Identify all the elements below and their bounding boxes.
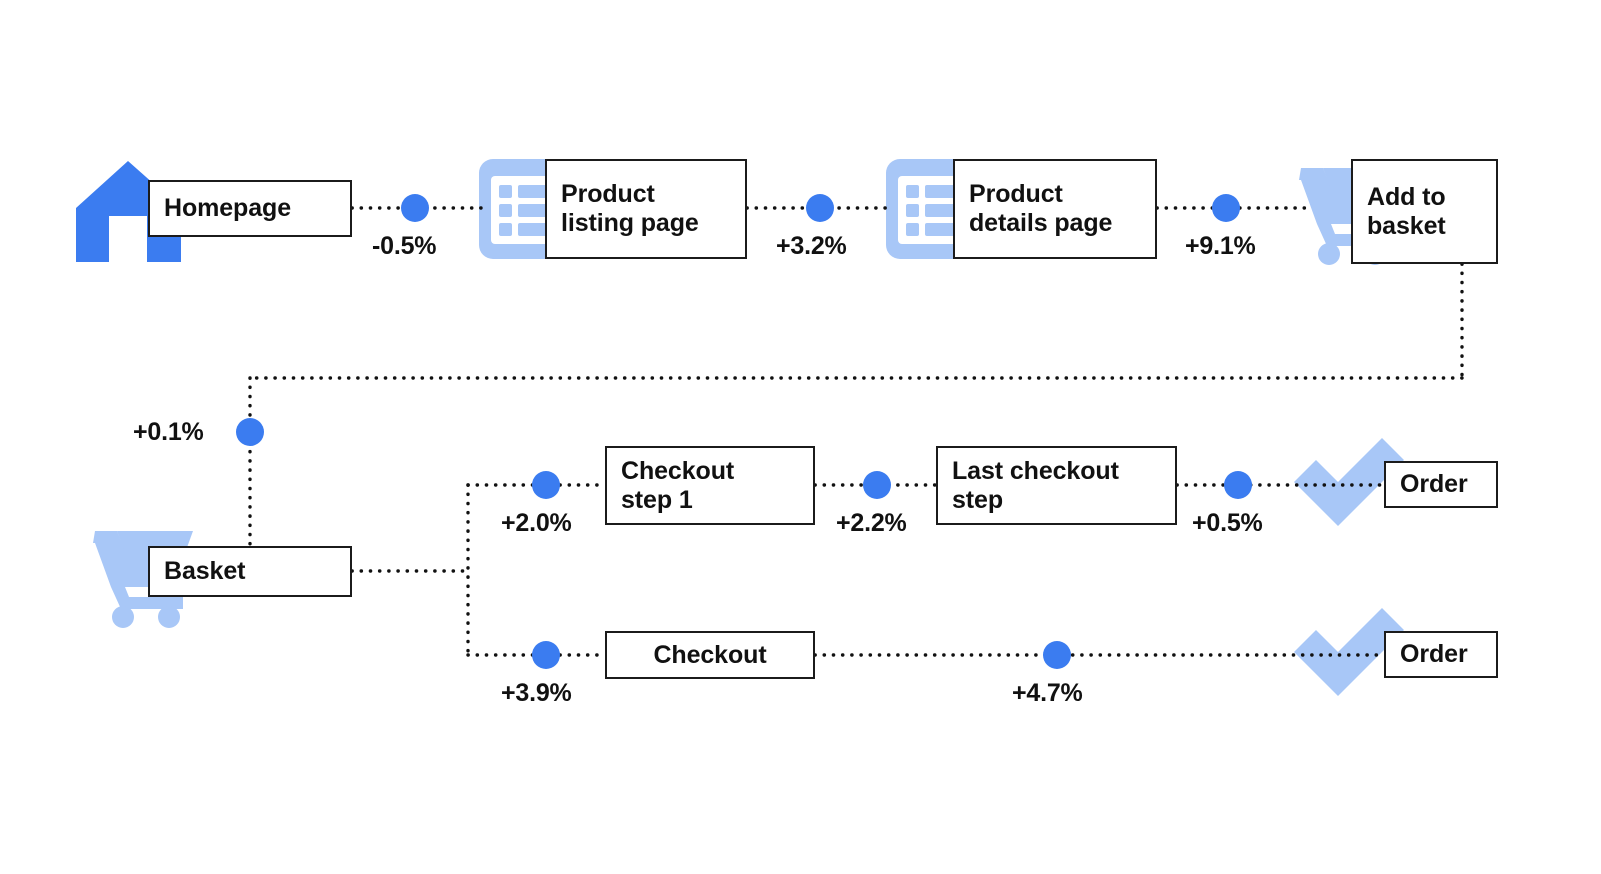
node-label: Order <box>1400 640 1468 668</box>
node-label: Homepage <box>164 194 292 222</box>
transition-dot <box>1224 471 1252 499</box>
connector-layer <box>236 194 1464 669</box>
transition-dot <box>532 471 560 499</box>
transition-dot <box>863 471 891 499</box>
node-checkout-step-1[interactable]: Checkout step 1 <box>605 446 815 525</box>
transition-label-step1-laststep: +2.2% <box>836 509 907 538</box>
node-add-to-basket[interactable]: Add to basket <box>1351 159 1498 264</box>
node-label: Product details page <box>969 180 1113 237</box>
transition-dot <box>236 418 264 446</box>
node-label: Checkout <box>653 640 767 669</box>
transition-label-addtobasket-basket: +0.1% <box>133 418 204 447</box>
transition-label-homepage-listing: -0.5% <box>372 232 437 261</box>
transition-label-details-addtobasket: +9.1% <box>1185 232 1256 261</box>
transition-label-listing-details: +3.2% <box>776 232 847 261</box>
transition-label-checkout-order: +4.7% <box>1012 679 1083 708</box>
transition-label-laststep-order: +0.5% <box>1192 509 1263 538</box>
node-homepage[interactable]: Homepage <box>148 180 352 237</box>
node-label: Add to basket <box>1367 182 1446 240</box>
transition-value: +2.0% <box>501 509 572 537</box>
node-order-bottom[interactable]: Order <box>1384 631 1498 678</box>
funnel-diagram: Homepage Product listing page Product de… <box>0 0 1601 874</box>
node-product-details-page[interactable]: Product details page <box>953 159 1157 259</box>
transition-value: +2.2% <box>836 509 907 537</box>
transition-value: +3.9% <box>501 679 572 707</box>
transition-value: +0.1% <box>133 418 204 446</box>
transition-dot <box>532 641 560 669</box>
transition-value: +0.5% <box>1192 509 1263 537</box>
node-last-checkout-step[interactable]: Last checkout step <box>936 446 1177 525</box>
transition-value: +3.2% <box>776 232 847 260</box>
transition-dot <box>1212 194 1240 222</box>
node-label: Product listing page <box>561 180 699 237</box>
node-label: Last checkout step <box>952 456 1119 514</box>
transition-value: -0.5% <box>372 232 437 260</box>
transition-dot <box>1043 641 1071 669</box>
transition-value: +9.1% <box>1185 232 1256 260</box>
transition-dot <box>401 194 429 222</box>
node-product-listing-page[interactable]: Product listing page <box>545 159 747 259</box>
node-basket[interactable]: Basket <box>148 546 352 597</box>
node-label: Checkout step 1 <box>621 456 735 514</box>
node-order-top[interactable]: Order <box>1384 461 1498 508</box>
transition-dot <box>806 194 834 222</box>
transition-label-basket-step1: +2.0% <box>501 509 572 538</box>
node-checkout[interactable]: Checkout <box>605 631 815 679</box>
transition-label-basket-checkout: +3.9% <box>501 679 572 708</box>
node-label: Basket <box>164 557 246 585</box>
transition-value: +4.7% <box>1012 679 1083 707</box>
node-label: Order <box>1400 470 1468 498</box>
